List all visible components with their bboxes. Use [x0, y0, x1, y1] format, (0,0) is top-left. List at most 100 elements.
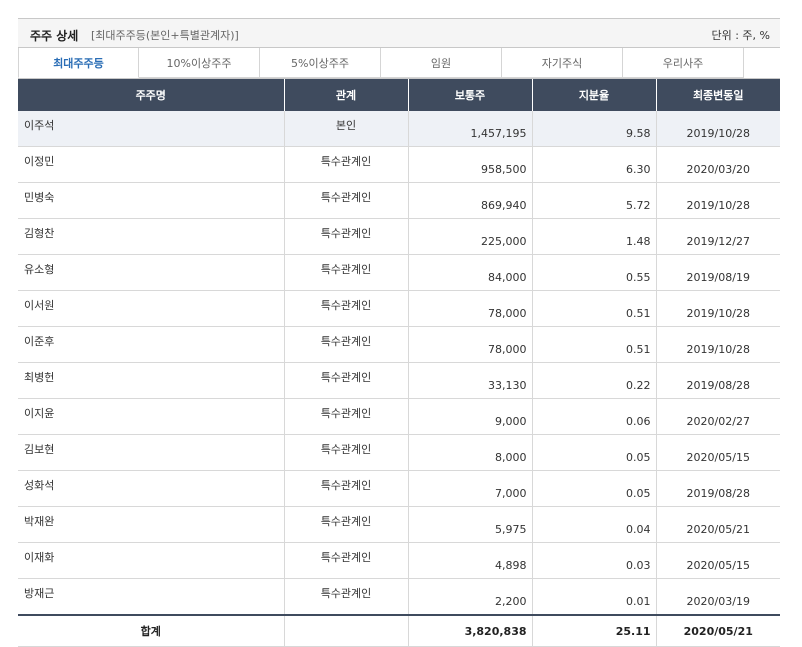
table-row: 이서원 특수관계인 78,000 0.51 2019/10/28: [18, 290, 780, 327]
shares-cell: 4,898: [407, 542, 532, 579]
ratio-cell: 0.51: [531, 326, 656, 363]
table-row: 김형찬 특수관계인 225,000 1.48 2019/12/27: [18, 218, 780, 255]
relation-cell: 특수관계인: [283, 362, 408, 399]
shares-cell: 33,130: [407, 362, 532, 399]
shareholder-name-cell: 이준후: [18, 326, 284, 363]
table-row: 이재화 특수관계인 4,898 0.03 2020/05/15: [18, 542, 780, 579]
date-cell: 2019/08/28: [655, 470, 780, 507]
total-relation-cell: [283, 614, 408, 647]
unit-label: 단위 : 주, %: [711, 29, 770, 42]
column-header-date[interactable]: 최종변동일: [655, 79, 780, 111]
shareholder-name-cell: 이서원: [18, 290, 284, 327]
section-title: 주주 상세: [30, 29, 79, 43]
table-body: 이주석 본인 1,457,195 9.58 2019/10/28 이정민 특수관계인 958,…: [18, 111, 780, 616]
shareholder-name-cell: 최병헌: [18, 362, 284, 399]
shareholder-name-cell: 김형찬: [18, 218, 284, 255]
ratio-cell: 6.30: [531, 146, 656, 183]
relation-cell: 특수관계인: [283, 290, 408, 327]
table-row: 이준후 특수관계인 78,000 0.51 2019/10/28: [18, 326, 780, 363]
table-row: 민병숙 특수관계인 869,940 5.72 2019/10/28: [18, 182, 780, 219]
relation-cell: 특수관계인: [283, 434, 408, 471]
shareholder-name-cell: 박재완: [18, 506, 284, 543]
shares-cell: 78,000: [407, 326, 532, 363]
table-row: 김보현 특수관계인 8,000 0.05 2020/05/15: [18, 434, 780, 471]
table-header-row: 주주명 관계 보통주 지분율 최종변동일: [18, 79, 780, 111]
shareholder-name-cell: 유소형: [18, 254, 284, 291]
column-header-shares[interactable]: 보통주: [407, 79, 532, 111]
shareholder-name-cell: 이재화: [18, 542, 284, 579]
ratio-cell: 0.01: [531, 578, 656, 616]
column-header-relation[interactable]: 관계: [283, 79, 408, 111]
table-row: 이정민 특수관계인 958,500 6.30 2020/03/20: [18, 146, 780, 183]
shares-cell: 78,000: [407, 290, 532, 327]
tab-10pct-shareholders[interactable]: 10%이상주주: [139, 48, 260, 78]
relation-cell: 특수관계인: [283, 326, 408, 363]
tab-employee-stock[interactable]: 우리사주: [623, 48, 744, 78]
ratio-cell: 0.06: [531, 398, 656, 435]
date-cell: 2020/02/27: [655, 398, 780, 435]
shares-cell: 225,000: [407, 218, 532, 255]
shares-cell: 958,500: [407, 146, 532, 183]
date-cell: 2020/03/19: [655, 578, 780, 616]
shareholder-name-cell: 방재근: [18, 578, 284, 616]
ratio-cell: 0.04: [531, 506, 656, 543]
table-row: 박재완 특수관계인 5,975 0.04 2020/05/21: [18, 506, 780, 543]
table-row: 유소형 특수관계인 84,000 0.55 2019/08/19: [18, 254, 780, 291]
ratio-cell: 9.58: [531, 111, 656, 147]
ratio-cell: 5.72: [531, 182, 656, 219]
shares-cell: 2,200: [407, 578, 532, 616]
total-row: 합계 3,820,838 25.11 2020/05/21: [18, 614, 780, 647]
ratio-cell: 0.22: [531, 362, 656, 399]
ratio-cell: 0.03: [531, 542, 656, 579]
total-label: 합계: [18, 614, 284, 647]
relation-cell: 특수관계인: [283, 470, 408, 507]
shareholder-name-cell: 이정민: [18, 146, 284, 183]
shares-cell: 8,000: [407, 434, 532, 471]
relation-cell: 특수관계인: [283, 578, 408, 616]
table-row: 성화석 특수관계인 7,000 0.05 2019/08/28: [18, 470, 780, 507]
total-date: 2020/05/21: [655, 614, 780, 647]
column-header-ratio[interactable]: 지분율: [531, 79, 656, 111]
tab-executives[interactable]: 임원: [381, 48, 502, 78]
date-cell: 2019/10/28: [655, 182, 780, 219]
date-cell: 2020/05/21: [655, 506, 780, 543]
shareholder-name-cell: 민병숙: [18, 182, 284, 219]
date-cell: 2019/10/28: [655, 290, 780, 327]
shares-cell: 5,975: [407, 506, 532, 543]
total-shares: 3,820,838: [407, 614, 532, 647]
tab-treasury-stock[interactable]: 자기주식: [502, 48, 623, 78]
ratio-cell: 1.48: [531, 218, 656, 255]
shares-cell: 7,000: [407, 470, 532, 507]
shareholder-table: 주주명 관계 보통주 지분율 최종변동일 이주석 본인 1,457,195 9.58 2…: [18, 79, 780, 647]
shareholder-name-cell: 김보현: [18, 434, 284, 471]
shares-cell: 9,000: [407, 398, 532, 435]
tab-spacer: [744, 48, 780, 78]
tab-5pct-shareholders[interactable]: 5%이상주주: [260, 48, 381, 78]
relation-cell: 특수관계인: [283, 254, 408, 291]
ratio-cell: 0.05: [531, 434, 656, 471]
table-row: 최병헌 특수관계인 33,130 0.22 2019/08/28: [18, 362, 780, 399]
date-cell: 2019/08/19: [655, 254, 780, 291]
relation-cell: 특수관계인: [283, 218, 408, 255]
shares-cell: 869,940: [407, 182, 532, 219]
relation-cell: 특수관계인: [283, 182, 408, 219]
relation-cell: 본인: [283, 111, 408, 147]
relation-cell: 특수관계인: [283, 542, 408, 579]
relation-cell: 특수관계인: [283, 146, 408, 183]
column-header-name[interactable]: 주주명: [18, 79, 284, 111]
date-cell: 2020/05/15: [655, 434, 780, 471]
table-row: 이지윤 특수관계인 9,000 0.06 2020/02/27: [18, 398, 780, 435]
shareholder-name-cell: 성화석: [18, 470, 284, 507]
section-header: 주주 상세 [최대주주등(본인+특별관계자)] 단위 : 주, %: [18, 18, 780, 48]
tab-largest-shareholders[interactable]: 최대주주등: [18, 48, 139, 78]
date-cell: 2019/12/27: [655, 218, 780, 255]
shares-cell: 84,000: [407, 254, 532, 291]
ratio-cell: 0.05: [531, 470, 656, 507]
relation-cell: 특수관계인: [283, 506, 408, 543]
total-ratio: 25.11: [531, 614, 656, 647]
shareholder-name-cell: 이주석: [18, 111, 284, 147]
relation-cell: 특수관계인: [283, 398, 408, 435]
ratio-cell: 0.55: [531, 254, 656, 291]
date-cell: 2019/10/28: [655, 111, 780, 147]
table-row: 이주석 본인 1,457,195 9.58 2019/10/28: [18, 111, 780, 147]
